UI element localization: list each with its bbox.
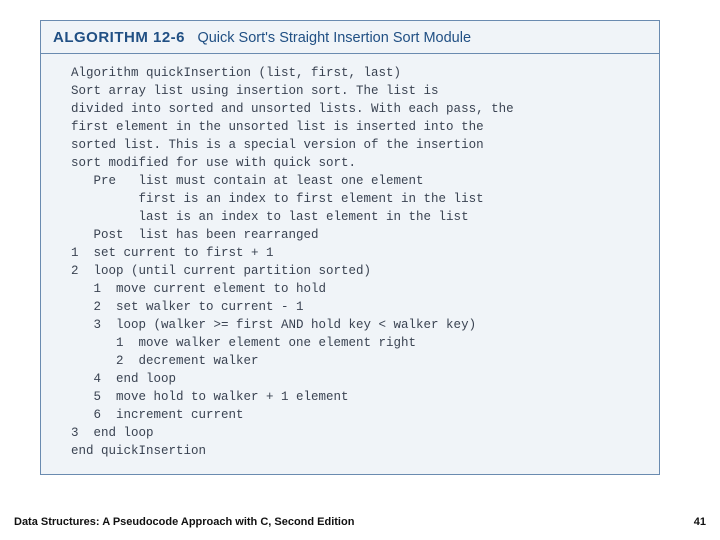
algorithm-box: ALGORITHM 12-6 Quick Sort's Straight Ins… [40,20,660,475]
code-line: 3 end loop [71,426,154,440]
code-line: Algorithm quickInsertion (list, first, l… [71,66,401,80]
code-line: Pre list must contain at least one eleme… [71,174,424,188]
pseudocode-block: Algorithm quickInsertion (list, first, l… [41,54,659,474]
page-number: 41 [694,516,706,528]
code-line: first element in the unsorted list is in… [71,120,484,134]
code-line: 3 loop (walker >= first AND hold key < w… [71,318,476,332]
code-line: 1 move walker element one element right [71,336,416,350]
code-line: 2 set walker to current - 1 [71,300,304,314]
code-line: sort modified for use with quick sort. [71,156,356,170]
slide-footer: Data Structures: A Pseudocode Approach w… [14,516,706,528]
code-line: 2 decrement walker [71,354,259,368]
code-line: last is an index to last element in the … [71,210,469,224]
code-line: sorted list. This is a special version o… [71,138,484,152]
code-line: 5 move hold to walker + 1 element [71,390,349,404]
code-line: 1 move current element to hold [71,282,326,296]
code-line: 4 end loop [71,372,176,386]
code-line: 1 set current to first + 1 [71,246,274,260]
algorithm-number: ALGORITHM 12-6 [53,29,185,46]
code-line: divided into sorted and unsorted lists. … [71,102,514,116]
code-line: 2 loop (until current partition sorted) [71,264,371,278]
algorithm-title: Quick Sort's Straight Insertion Sort Mod… [197,30,471,46]
code-line: Sort array list using insertion sort. Th… [71,84,439,98]
code-line: end quickInsertion [71,444,206,458]
code-line: first is an index to first element in th… [71,192,484,206]
algorithm-header: ALGORITHM 12-6 Quick Sort's Straight Ins… [41,21,659,54]
slide: ALGORITHM 12-6 Quick Sort's Straight Ins… [0,0,720,540]
code-line: 6 increment current [71,408,244,422]
code-line: Post list has been rearranged [71,228,319,242]
book-title: Data Structures: A Pseudocode Approach w… [14,516,354,528]
